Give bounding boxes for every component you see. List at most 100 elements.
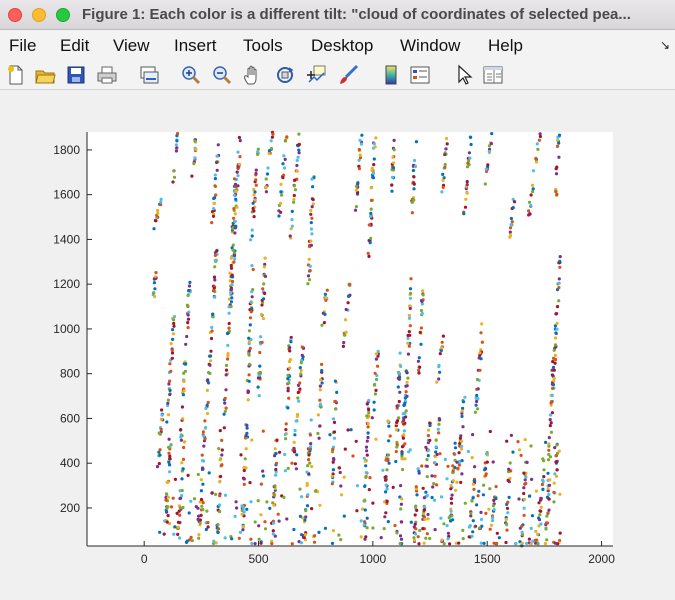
scatter-point (397, 399, 401, 404)
menu-edit[interactable]: Edit (60, 36, 89, 56)
scatter-point (467, 525, 471, 529)
scatter-point (367, 223, 371, 227)
pointer-icon[interactable] (452, 63, 476, 87)
scatter-point (557, 133, 562, 137)
scatter-point (157, 431, 161, 435)
print-icon[interactable] (95, 63, 119, 87)
scatter-point (242, 468, 246, 473)
scatter-point (412, 538, 417, 542)
scatter-point (339, 484, 343, 488)
scatter-point (421, 293, 425, 297)
menu-file[interactable]: File (9, 36, 36, 56)
menu-window[interactable]: Window (400, 36, 460, 56)
scatter-point (436, 427, 440, 431)
close-window-button[interactable] (8, 8, 22, 22)
scatter-point (547, 508, 551, 512)
scatter-point (247, 339, 251, 344)
scatter-point (354, 439, 358, 443)
scatter-point (372, 383, 376, 387)
scatter-point (310, 216, 314, 220)
scatter-point (555, 144, 560, 148)
scatter-point (549, 401, 553, 405)
scatter-plot[interactable]: 0 500 1000 1500 2000 200 400 600 800 1000 1200 1400… (0, 91, 675, 600)
scatter-point (248, 323, 252, 327)
link-plot-icon[interactable] (137, 63, 161, 87)
scatter-point (309, 445, 313, 449)
scatter-point (419, 326, 423, 330)
menu-tools[interactable]: Tools (243, 36, 283, 56)
scatter-point (422, 541, 426, 545)
scatter-point (283, 432, 287, 437)
scatter-point (408, 287, 413, 291)
pan-hand-icon[interactable] (241, 63, 265, 87)
scatter-point (531, 169, 536, 173)
colorbar-icon[interactable] (379, 63, 403, 87)
scatter-point (413, 164, 417, 169)
scatter-point (359, 535, 363, 539)
scatter-point (309, 418, 313, 422)
scatter-point (425, 494, 429, 498)
scatter-point (367, 254, 371, 258)
scatter-point (167, 445, 171, 449)
minimize-window-button[interactable] (32, 8, 46, 22)
scatter-point (308, 269, 312, 273)
rotate-3d-icon[interactable] (273, 63, 297, 87)
scatter-point (236, 174, 240, 178)
scatter-point (167, 437, 171, 441)
menu-view[interactable]: View (113, 36, 150, 56)
open-file-icon[interactable] (33, 63, 57, 87)
scatter-point (522, 471, 526, 475)
legend-icon[interactable] (408, 63, 432, 87)
scatter-point (288, 366, 292, 370)
scatter-point (167, 451, 171, 455)
zoom-in-icon[interactable] (179, 63, 203, 87)
scatter-point (318, 424, 322, 428)
zoom-out-icon[interactable] (210, 63, 234, 87)
scatter-point (433, 528, 437, 532)
scatter-point (492, 508, 496, 512)
scatter-point (540, 482, 545, 487)
scatter-point (213, 258, 217, 263)
scatter-point (309, 212, 313, 216)
scatter-point (242, 465, 246, 470)
scatter-point (509, 216, 513, 221)
maximize-window-button[interactable] (56, 8, 70, 22)
dock-arrow-icon[interactable]: ↘ (660, 38, 670, 52)
scatter-point (527, 494, 532, 498)
scatter-point (398, 534, 403, 538)
data-cursor-icon[interactable] (304, 63, 328, 87)
scatter-point (224, 373, 228, 377)
scatter-point (546, 487, 550, 491)
axes-background[interactable] (87, 132, 613, 546)
scatter-point (306, 464, 310, 468)
scatter-point (290, 461, 294, 465)
scatter-point (199, 497, 204, 502)
scatter-point (504, 522, 509, 526)
scatter-point (552, 379, 556, 383)
scatter-point (271, 132, 275, 136)
property-editor-icon[interactable] (481, 63, 505, 87)
menu-help[interactable]: Help (488, 36, 523, 56)
scatter-point (372, 408, 376, 412)
scatter-point (408, 306, 412, 311)
scatter-point (414, 485, 418, 489)
menu-insert[interactable]: Insert (174, 36, 217, 56)
save-icon[interactable] (64, 63, 88, 87)
scatter-point (324, 296, 328, 300)
figure-toolbar (0, 60, 675, 90)
scatter-point (250, 228, 254, 232)
scatter-point (385, 468, 389, 472)
scatter-point (417, 356, 421, 360)
scatter-point (234, 197, 238, 201)
scatter-point (346, 301, 350, 305)
menu-desktop[interactable]: Desktop (311, 36, 373, 56)
new-figure-icon[interactable] (4, 63, 28, 87)
scatter-point (351, 454, 355, 458)
scatter-point (306, 274, 311, 278)
scatter-point (551, 383, 556, 387)
scatter-point (367, 410, 371, 415)
scatter-point (354, 188, 358, 192)
figure-canvas[interactable]: 0 500 1000 1500 2000 200 400 600 800 1000 1200 1400… (0, 91, 675, 600)
brush-icon[interactable] (336, 63, 360, 87)
scatter-point (448, 542, 452, 546)
